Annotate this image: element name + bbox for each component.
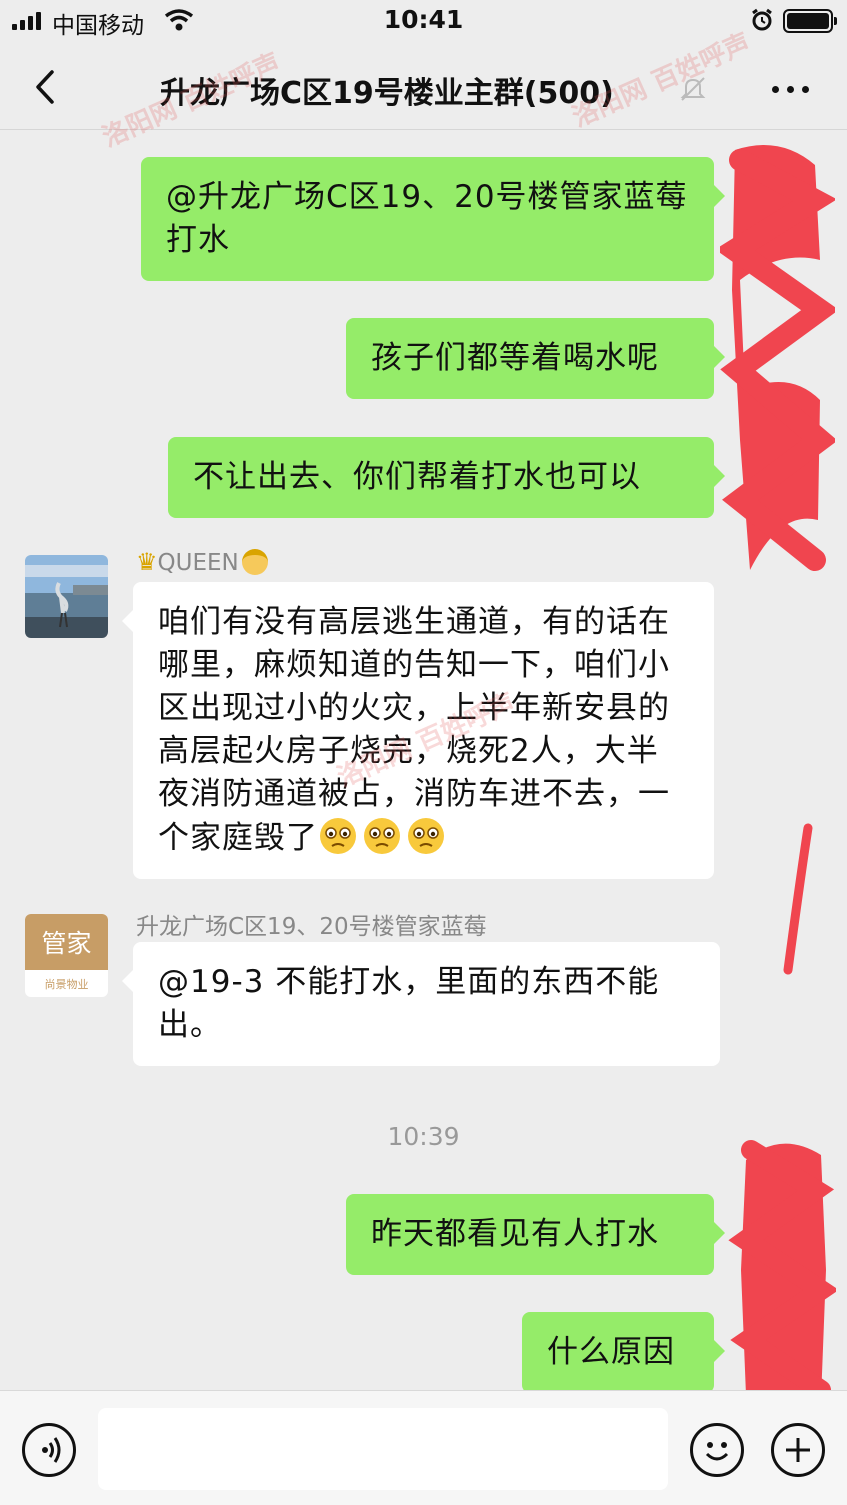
avatar-label: 管家	[25, 914, 108, 970]
message-bubble-outgoing[interactable]: 什么原因	[522, 1312, 725, 1393]
redaction-scribble	[728, 1140, 836, 1407]
princess-face-icon	[241, 549, 268, 575]
message-input[interactable]	[98, 1408, 668, 1490]
voice-icon[interactable]	[22, 1423, 76, 1477]
chat-title: 升龙广场C区19号楼业主群(500)	[160, 76, 614, 111]
sender-name: ♛QUEEN	[136, 548, 268, 576]
chevron-left-icon[interactable]	[28, 66, 62, 108]
emoji-icon[interactable]	[690, 1423, 744, 1477]
message-bubble-outgoing[interactable]: 孩子们都等着喝水呢	[346, 318, 725, 399]
message-bubble-outgoing[interactable]: 不让出去、你们帮着打水也可以	[168, 437, 725, 518]
message-text: 什么原因	[547, 1334, 675, 1370]
worried-face-icon	[320, 818, 356, 854]
redaction-scribble	[720, 145, 835, 571]
message-text: 孩子们都等着喝水呢	[371, 340, 659, 376]
battery-icon	[783, 9, 837, 33]
avatar[interactable]: 管家 尚景物业	[25, 914, 108, 997]
message-bubble-outgoing[interactable]: @升龙广场C区19、20号楼管家蓝莓 打水	[141, 157, 725, 281]
heron-photo	[25, 555, 108, 638]
alarm-icon	[752, 8, 772, 31]
avatar-brand: 尚景物业	[44, 977, 89, 991]
message-text: 不让出去、你们帮着打水也可以	[193, 459, 641, 495]
worried-face-icon-group	[318, 818, 450, 856]
message-text: @19-3 不能打水，里面的东西不能出。	[158, 964, 660, 1043]
message-text: @升龙广场C区19、20号楼管家蓝莓 打水	[166, 179, 688, 258]
redaction-scribble	[783, 823, 813, 975]
message-bubble-incoming[interactable]: 咱们有没有高层逃生通道，有的话在哪里，麻烦知道的告知一下，咱们小区出现过小的火灾…	[122, 582, 714, 879]
crown-icon: ♛	[136, 548, 158, 576]
message-text: 昨天都看见有人打水	[371, 1216, 659, 1252]
worried-face-icon	[408, 818, 444, 854]
message-bubble-incoming[interactable]: @19-3 不能打水，里面的东西不能出。	[122, 942, 720, 1066]
more-dots-icon[interactable]	[766, 68, 816, 108]
mute-bell-icon	[680, 77, 706, 101]
worried-face-icon	[364, 818, 400, 854]
timestamp: 10:39	[387, 1122, 460, 1151]
chat-header: 升龙广场C区19号楼业主群(500)	[0, 44, 847, 130]
avatar[interactable]	[25, 555, 108, 638]
message-bubble-outgoing[interactable]: 昨天都看见有人打水	[346, 1194, 725, 1275]
plus-icon[interactable]	[771, 1423, 825, 1477]
sender-name: 升龙广场C区19、20号楼管家蓝莓	[136, 914, 487, 940]
clock: 10:41	[383, 5, 464, 34]
input-bar	[0, 1390, 847, 1505]
status-bar: 中国移动 10:41	[0, 0, 847, 44]
